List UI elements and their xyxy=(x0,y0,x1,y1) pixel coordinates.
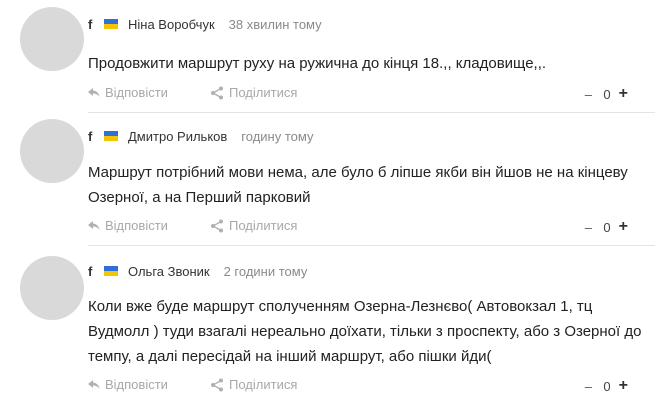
share-label: Поділитися xyxy=(229,85,298,100)
facebook-icon: f xyxy=(88,128,93,144)
comment-actions: Відповісти Поділитися – 0 + xyxy=(88,85,628,105)
comment-text: Продовжити маршрут руху на ружична до кі… xyxy=(88,55,547,72)
reply-button[interactable]: Відповісти xyxy=(88,377,168,392)
author-name[interactable]: Ольга Звоник xyxy=(128,264,210,279)
share-icon xyxy=(211,219,223,232)
comment-meta: f Ніна Воробчук 38 хвилин тому xyxy=(88,15,322,33)
downvote-button[interactable]: – xyxy=(583,87,593,102)
comment-text: Маршрут потрібний мови нема, але було б … xyxy=(88,164,628,206)
reply-button[interactable]: Відповісти xyxy=(88,85,168,100)
divider xyxy=(88,245,655,246)
reply-label: Відповісти xyxy=(105,377,168,392)
reply-icon xyxy=(88,220,100,230)
reply-label: Відповісти xyxy=(105,218,168,233)
downvote-button[interactable]: – xyxy=(583,220,593,235)
vote-count: 0 xyxy=(603,219,611,235)
author-name[interactable]: Ніна Воробчук xyxy=(128,17,215,32)
reply-label: Відповісти xyxy=(105,85,168,100)
facebook-icon: f xyxy=(88,263,93,279)
avatar[interactable] xyxy=(20,119,84,183)
vote-count: 0 xyxy=(603,378,611,394)
comment-actions: Відповісти Поділитися – 0 + xyxy=(88,377,628,397)
share-label: Поділитися xyxy=(229,377,298,392)
reply-button[interactable]: Відповісти xyxy=(88,218,168,233)
vote-control: – 0 + xyxy=(583,218,628,236)
share-icon xyxy=(211,86,223,99)
avatar[interactable] xyxy=(20,256,84,320)
reply-icon xyxy=(88,379,100,389)
vote-control: – 0 + xyxy=(583,377,628,395)
author-name[interactable]: Дмитро Рильков xyxy=(128,129,227,144)
comment-time: 38 хвилин тому xyxy=(228,16,322,32)
ukraine-flag-icon xyxy=(104,19,118,29)
ukraine-flag-icon xyxy=(104,131,118,141)
comment-meta: f Ольга Звоник 2 години тому xyxy=(88,262,307,280)
facebook-icon: f xyxy=(88,16,93,32)
avatar[interactable] xyxy=(20,7,84,71)
comment-time: годину тому xyxy=(241,128,314,144)
share-label: Поділитися xyxy=(229,218,298,233)
ukraine-flag-icon xyxy=(104,266,118,276)
comment-text: Коли вже буде маршрут сполученням Озерна… xyxy=(88,298,642,365)
vote-control: – 0 + xyxy=(583,85,628,103)
upvote-button[interactable]: + xyxy=(619,377,628,395)
vote-count: 0 xyxy=(603,86,611,102)
share-button[interactable]: Поділитися xyxy=(210,218,297,233)
comment-meta: f Дмитро Рильков годину тому xyxy=(88,127,313,145)
downvote-button[interactable]: – xyxy=(583,379,593,394)
divider xyxy=(88,112,655,113)
comment-actions: Відповісти Поділитися – 0 + xyxy=(88,218,628,238)
comment-time: 2 години тому xyxy=(223,263,308,279)
upvote-button[interactable]: + xyxy=(619,218,628,236)
share-icon xyxy=(211,378,223,391)
share-button[interactable]: Поділитися xyxy=(210,377,297,392)
reply-icon xyxy=(88,87,100,97)
upvote-button[interactable]: + xyxy=(619,85,628,103)
share-button[interactable]: Поділитися xyxy=(210,85,297,100)
